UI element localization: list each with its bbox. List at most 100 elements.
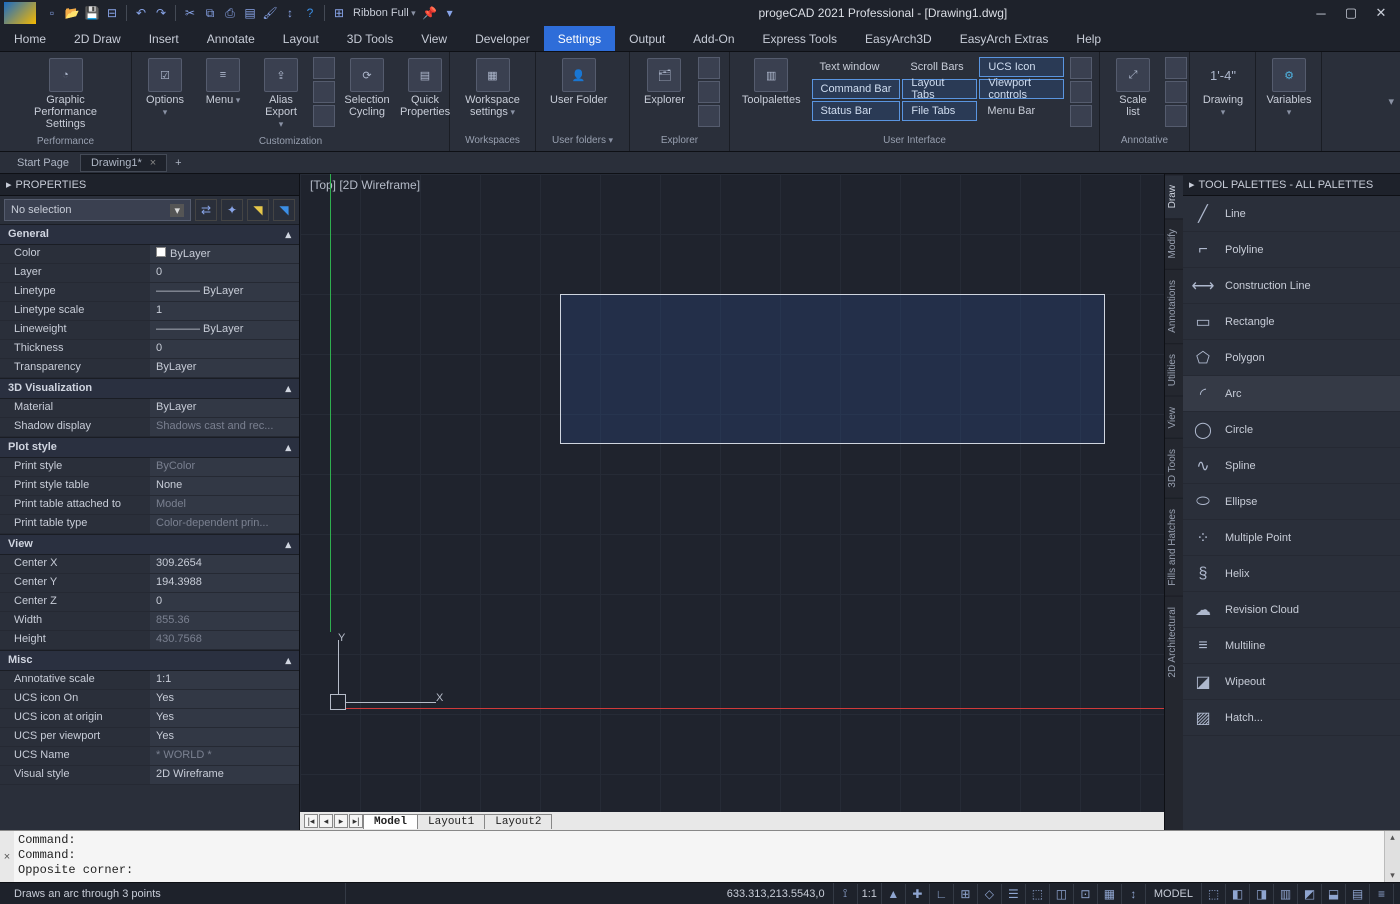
menu-button[interactable]: ≡Menu — [196, 56, 250, 108]
palette-tab-3d-tools[interactable]: 3D Tools — [1165, 438, 1183, 498]
sb-icon-16[interactable]: ▥ — [1274, 884, 1298, 904]
toolpalettes-button[interactable]: ▥Toolpalettes — [736, 56, 807, 108]
sb-icon-11[interactable]: ▦ — [1098, 884, 1122, 904]
sb-icon-6[interactable]: ◇ — [978, 884, 1002, 904]
prop-row[interactable]: Center X309.2654 — [0, 555, 299, 574]
explorer-small-3[interactable] — [698, 105, 720, 127]
explorer-small-1[interactable] — [698, 57, 720, 79]
tool-spline[interactable]: ∿Spline — [1183, 448, 1400, 484]
prop-section-misc[interactable]: Misc▴ — [0, 650, 299, 671]
cmd-close-icon[interactable]: × — [0, 831, 14, 882]
sb-icon-14[interactable]: ◧ — [1226, 884, 1250, 904]
qat-undo-icon[interactable]: ↶ — [132, 4, 150, 22]
explorer-button[interactable]: 🗂Explorer — [636, 56, 693, 108]
qat-open-icon[interactable]: 📂 — [63, 4, 81, 22]
ui-small-1[interactable] — [1070, 57, 1092, 79]
tab-drawing1[interactable]: Drawing1*× — [80, 154, 167, 172]
sb-icon-18[interactable]: ⬓ — [1322, 884, 1346, 904]
qat-match-icon[interactable]: 🖌 — [261, 4, 279, 22]
ribbon-collapse-icon[interactable]: ▾ — [1388, 52, 1400, 151]
sb-icon-17[interactable]: ◩ — [1298, 884, 1322, 904]
tab-start-page[interactable]: Start Page — [6, 154, 80, 172]
palette-tab-annotations[interactable]: Annotations — [1165, 269, 1183, 343]
prop-row[interactable]: Center Z0 — [0, 593, 299, 612]
viewport-controls-button[interactable]: Viewport controls — [979, 79, 1064, 99]
palette-tab-utilities[interactable]: Utilities — [1165, 343, 1183, 396]
collapse-icon[interactable]: ▸ — [6, 178, 12, 191]
sb-icon-3[interactable]: ✚ — [906, 884, 930, 904]
menu-3d-tools[interactable]: 3D Tools — [333, 26, 407, 51]
menu-add-on[interactable]: Add-On — [679, 26, 748, 51]
prop-row[interactable]: Print table typeColor-dependent prin... — [0, 515, 299, 534]
tool-polygon[interactable]: ⬠Polygon — [1183, 340, 1400, 376]
workspace-settings-button[interactable]: ▦Workspace settings — [456, 56, 529, 120]
qat-copy-icon[interactable]: ⧉ — [201, 4, 219, 22]
sb-icon-8[interactable]: ⬚ — [1026, 884, 1050, 904]
prop-row[interactable]: Thickness0 — [0, 340, 299, 359]
quick-properties-button[interactable]: ▤Quick Properties — [398, 56, 452, 120]
tool-revision-cloud[interactable]: ☁Revision Cloud — [1183, 592, 1400, 628]
tool-multiple-point[interactable]: ⁘Multiple Point — [1183, 520, 1400, 556]
prop-row[interactable]: UCS icon at originYes — [0, 709, 299, 728]
command-line[interactable]: × Command: Command: Opposite corner: ▴▾ — [0, 830, 1400, 882]
tool-circle[interactable]: ◯Circle — [1183, 412, 1400, 448]
prop-row[interactable]: Visual style2D Wireframe — [0, 766, 299, 785]
prop-btn-4[interactable]: ◥ — [273, 199, 295, 221]
anno-small-2[interactable] — [1165, 81, 1187, 103]
sb-icon-15[interactable]: ◨ — [1250, 884, 1274, 904]
sb-menu-icon[interactable]: ≡ — [1370, 884, 1394, 904]
prop-row[interactable]: ColorByLayer — [0, 245, 299, 264]
menu-2d-draw[interactable]: 2D Draw — [60, 26, 135, 51]
text-window-button[interactable]: Text window — [812, 57, 901, 77]
prop-row[interactable]: UCS per viewportYes — [0, 728, 299, 747]
tool-multiline[interactable]: ≡Multiline — [1183, 628, 1400, 664]
qat-more-icon[interactable]: ▾ — [441, 4, 459, 22]
sb-icon-19[interactable]: ▤ — [1346, 884, 1370, 904]
prop-row[interactable]: Print styleByColor — [0, 458, 299, 477]
menu-layout[interactable]: Layout — [269, 26, 333, 51]
prop-row[interactable]: TransparencyByLayer — [0, 359, 299, 378]
tool-helix[interactable]: §Helix — [1183, 556, 1400, 592]
add-tab-button[interactable]: + — [167, 157, 189, 169]
qat-pin-icon[interactable]: 📌 — [421, 4, 439, 22]
qat-print-icon[interactable]: ⎙ — [221, 4, 239, 22]
prop-row[interactable]: Center Y194.3988 — [0, 574, 299, 593]
explorer-small-2[interactable] — [698, 81, 720, 103]
layout-next-button[interactable]: ▸ — [334, 814, 348, 828]
palette-tab-draw[interactable]: Draw — [1165, 174, 1183, 218]
selection-cycling-button[interactable]: ⟳Selection Cycling — [340, 56, 394, 120]
menu-easyarch-extras[interactable]: EasyArch Extras — [946, 26, 1063, 51]
command-scrollbar[interactable]: ▴▾ — [1384, 831, 1400, 882]
sb-icon-10[interactable]: ⊡ — [1074, 884, 1098, 904]
anno-small-1[interactable] — [1165, 57, 1187, 79]
sb-icon-2[interactable]: ▲ — [882, 884, 906, 904]
ui-small-2[interactable] — [1070, 81, 1092, 103]
prop-btn-2[interactable]: ✦ — [221, 199, 243, 221]
palette-tab-view[interactable]: View — [1165, 396, 1183, 439]
menu-insert[interactable]: Insert — [135, 26, 193, 51]
sb-icon-1[interactable]: ⟟ — [834, 884, 858, 904]
options-button[interactable]: ☑Options — [138, 56, 192, 120]
palette-tab-2d-architectural[interactable]: 2D Architectural — [1165, 596, 1183, 688]
drawing-canvas[interactable]: [Top] [2D Wireframe] YX — [300, 174, 1164, 812]
menu-home[interactable]: Home — [0, 26, 60, 51]
menu-bar-button[interactable]: Menu Bar — [979, 101, 1064, 121]
tool-small-2[interactable] — [313, 81, 335, 103]
qat-dim-icon[interactable]: ↕ — [281, 4, 299, 22]
variables-button[interactable]: ⚙Variables — [1262, 56, 1316, 120]
drawing-button[interactable]: 1'-4"Drawing — [1196, 56, 1250, 120]
prop-row[interactable]: Height430.7568 — [0, 631, 299, 650]
close-icon[interactable]: × — [150, 157, 156, 169]
layout-prev-button[interactable]: ◂ — [319, 814, 333, 828]
prop-row[interactable]: UCS icon OnYes — [0, 690, 299, 709]
tool-polyline[interactable]: ⌐Polyline — [1183, 232, 1400, 268]
collapse-icon[interactable]: ▸ — [1189, 178, 1195, 191]
layout-tabs-button[interactable]: Layout Tabs — [902, 79, 977, 99]
sb-icon-12[interactable]: ↕ — [1122, 884, 1146, 904]
prop-row[interactable]: Annotative scale1:1 — [0, 671, 299, 690]
prop-section-view[interactable]: View▴ — [0, 534, 299, 555]
selection-dropdown[interactable]: No selection▾ — [4, 199, 191, 221]
tool-arc[interactable]: ◜Arc — [1183, 376, 1400, 412]
menu-help[interactable]: Help — [1062, 26, 1115, 51]
qat-layout-icon[interactable]: ⊞ — [330, 4, 348, 22]
